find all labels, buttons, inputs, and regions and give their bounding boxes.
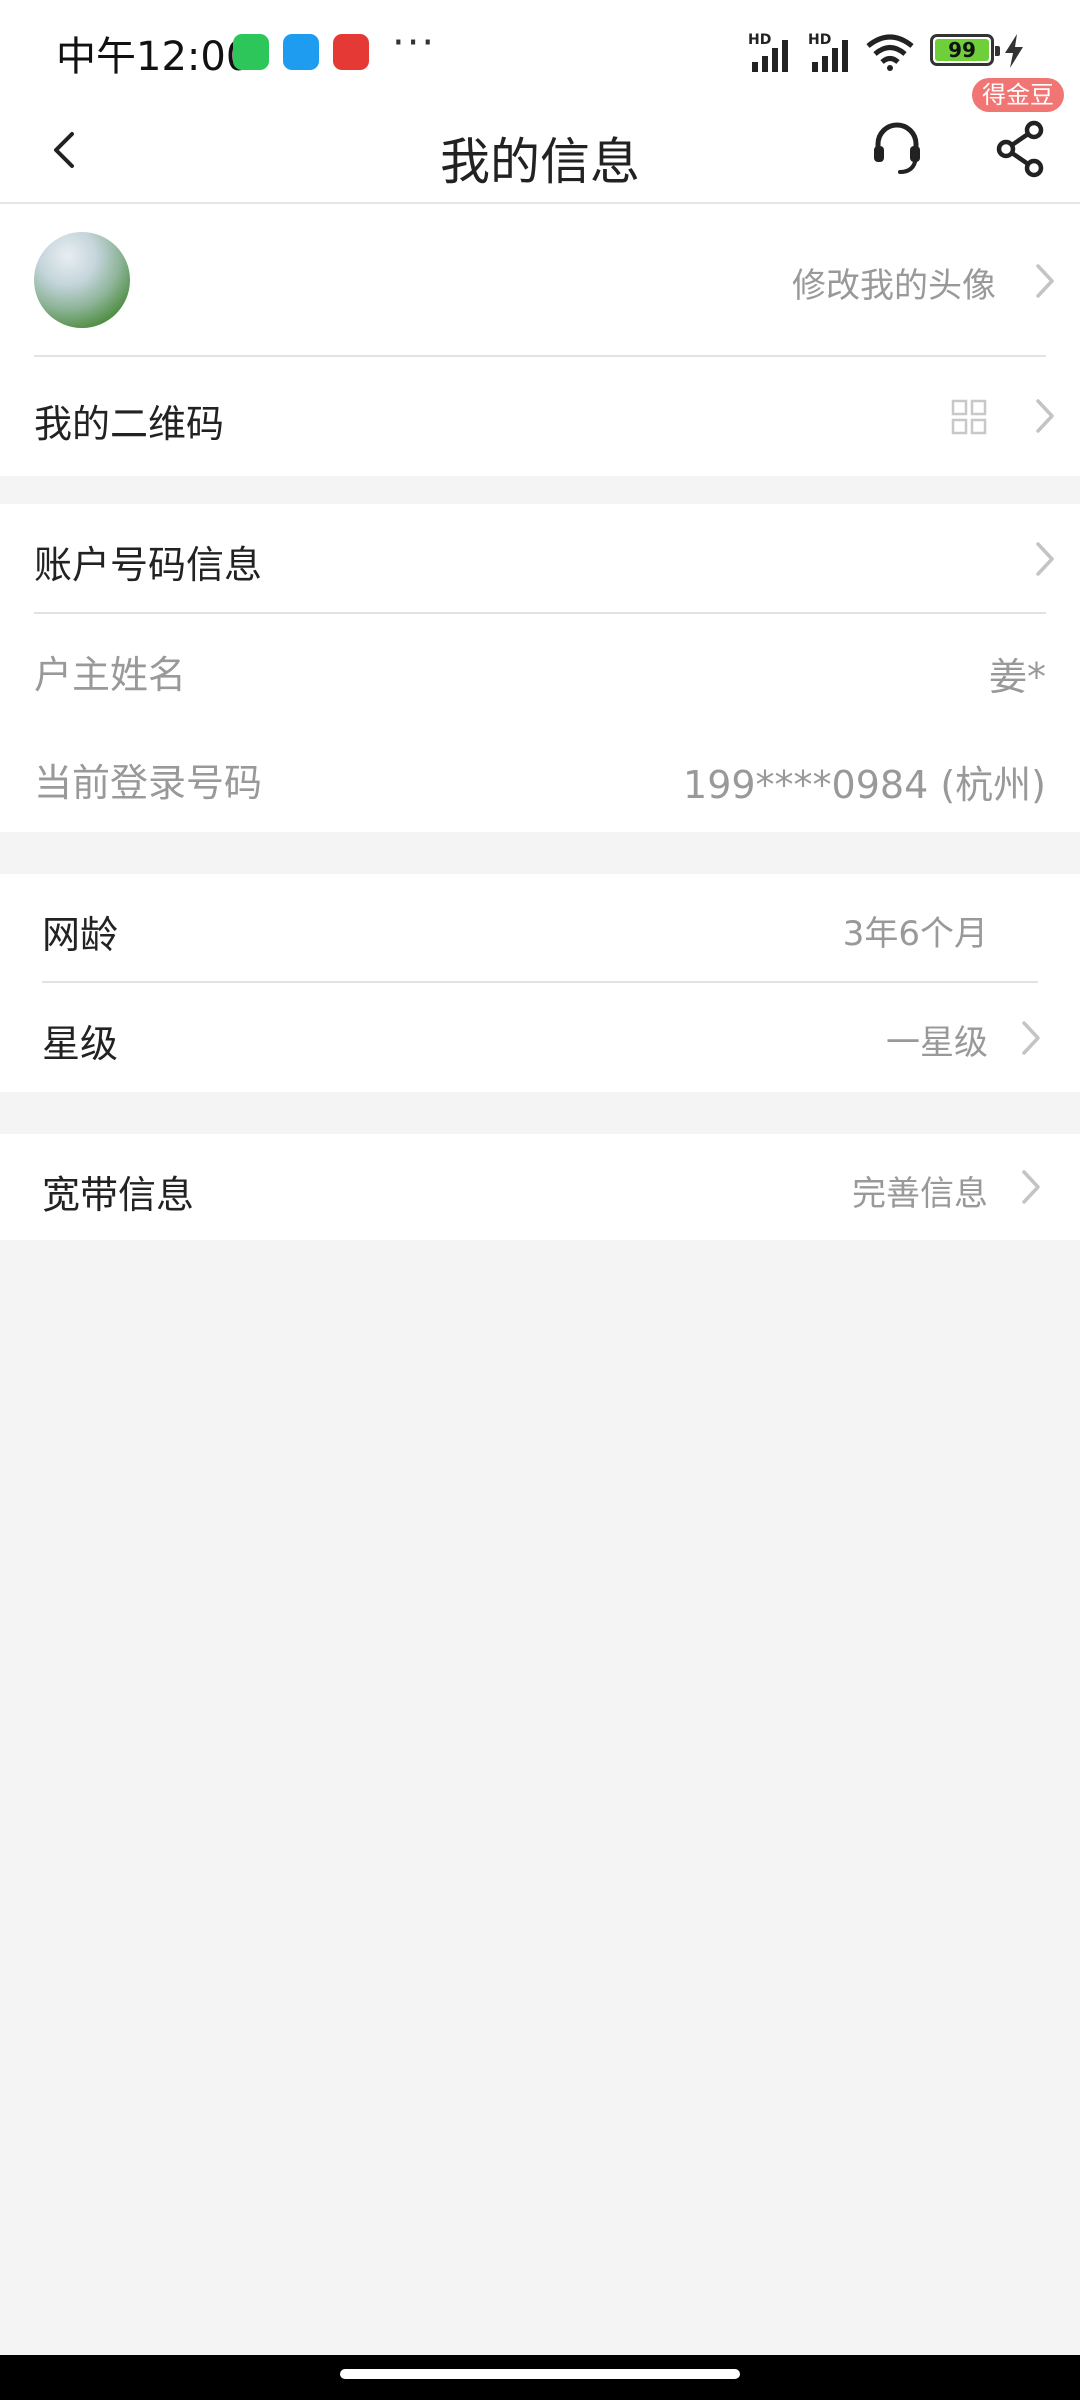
network-age-row: 网龄 3年6个月 <box>0 874 1080 982</box>
share-icon[interactable] <box>990 116 1052 182</box>
charging-icon <box>1005 34 1023 68</box>
messenger-icon <box>283 34 319 70</box>
account-info-row[interactable]: 账户号码信息 <box>0 504 1080 612</box>
login-number-row: 当前登录号码 199****0984 (杭州) <box>0 722 1080 830</box>
login-number-label: 当前登录号码 <box>34 761 263 805</box>
complete-info-link: 完善信息 <box>852 1174 988 1214</box>
qr-code-row[interactable]: 我的二维码 <box>0 357 1080 475</box>
broadband-row[interactable]: 宽带信息 完善信息 <box>0 1134 1080 1240</box>
customer-service-icon[interactable] <box>866 116 928 182</box>
chevron-right-icon <box>1036 542 1054 576</box>
star-level-label: 星级 <box>42 1022 119 1066</box>
network-age-value: 3年6个月 <box>842 914 988 954</box>
star-level-value: 一星级 <box>886 1023 988 1063</box>
star-level-row[interactable]: 星级 一星级 <box>0 983 1080 1091</box>
navigation-bar <box>0 2355 1080 2400</box>
battery-icon: 99 <box>930 34 1000 66</box>
chevron-right-icon <box>1022 1170 1040 1204</box>
gold-bean-badge[interactable]: 得金豆 <box>972 78 1064 112</box>
home-indicator[interactable] <box>340 2369 740 2379</box>
wifi-icon <box>866 34 914 71</box>
owner-name-row: 户主姓名 姜* <box>0 614 1080 722</box>
more-notifications-icon: ··· <box>392 20 437 66</box>
battery-level: 99 <box>948 38 976 62</box>
account-info-label: 账户号码信息 <box>34 543 263 587</box>
qr-code-label: 我的二维码 <box>34 402 225 446</box>
chevron-right-icon <box>1022 1021 1040 1055</box>
owner-name-value: 姜* <box>988 655 1046 699</box>
signal-icon <box>752 40 788 72</box>
avatar-row[interactable]: 修改我的头像 <box>0 204 1080 356</box>
status-time: 中午12:00 <box>56 34 252 80</box>
chevron-right-icon <box>1036 399 1054 433</box>
broadband-label: 宽带信息 <box>42 1173 195 1217</box>
wechat-icon <box>233 34 269 70</box>
owner-name-label: 户主姓名 <box>34 653 187 697</box>
signal-icon-2 <box>812 40 848 72</box>
status-bar: 中午12:00 ··· HD HD 99 <box>0 0 1080 100</box>
nav-header: 我的信息 <box>0 100 1080 204</box>
network-age-label: 网龄 <box>42 913 119 957</box>
change-avatar-label: 修改我的头像 <box>792 266 996 306</box>
shopping-app-icon <box>333 34 369 70</box>
qr-code-icon <box>951 399 987 435</box>
login-number-value: 199****0984 (杭州) <box>683 763 1046 807</box>
chevron-right-icon <box>1036 264 1054 298</box>
